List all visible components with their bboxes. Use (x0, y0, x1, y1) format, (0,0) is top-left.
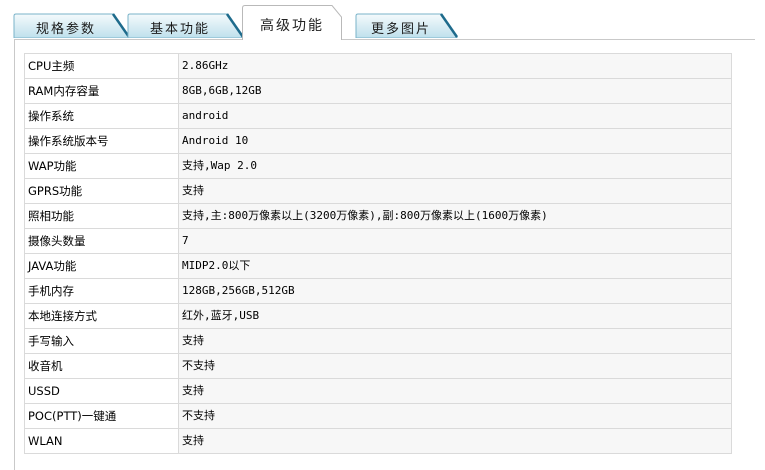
spec-label: CPU主频 (24, 53, 179, 79)
spec-value: 支持 (178, 428, 732, 454)
table-row: JAVA功能 MIDP2.0以下 (24, 253, 732, 279)
tab-bar: 规格参数 基本功能 高级功能 更多图片 (0, 0, 765, 40)
spec-value: 8GB,6GB,12GB (178, 78, 732, 104)
table-row: CPU主频 2.86GHz (24, 53, 732, 79)
spec-value: 支持,Wap 2.0 (178, 153, 732, 179)
spec-value: 支持 (178, 328, 732, 354)
spec-value: 支持 (178, 178, 732, 204)
table-row: 摄像头数量 7 (24, 228, 732, 254)
table-row: 操作系统 android (24, 103, 732, 129)
table-row: 照相功能 支持,主:800万像素以上(3200万像素),副:800万像素以上(16… (24, 203, 732, 229)
table-row: 收音机 不支持 (24, 353, 732, 379)
table-row: GPRS功能 支持 (24, 178, 732, 204)
spec-label: 操作系统版本号 (24, 128, 179, 154)
spec-value: 7 (178, 228, 732, 254)
spec-value: 支持,主:800万像素以上(3200万像素),副:800万像素以上(1600万像… (178, 203, 732, 229)
tab-advanced-functions[interactable]: 高级功能 (242, 5, 342, 40)
table-row: 本地连接方式 红外,蓝牙,USB (24, 303, 732, 329)
spec-value: MIDP2.0以下 (178, 253, 732, 279)
spec-value: 红外,蓝牙,USB (178, 303, 732, 329)
spec-label: 操作系统 (24, 103, 179, 129)
tab-label: 更多图片 (370, 22, 431, 37)
table-row: POC(PTT)一键通 不支持 (24, 403, 732, 429)
spec-label: 照相功能 (24, 203, 179, 229)
tab-label: 规格参数 (35, 22, 96, 37)
spec-table-body: CPU主频 2.86GHz RAM内存容量 8GB,6GB,12GB 操作系统 andro… (24, 53, 732, 454)
spec-label: 摄像头数量 (24, 228, 179, 254)
spec-label: GPRS功能 (24, 178, 179, 204)
table-row: 手机内存 128GB,256GB,512GB (24, 278, 732, 304)
tab-label: 基本功能 (149, 22, 210, 37)
spec-label: 手写输入 (24, 328, 179, 354)
spec-label: WLAN (24, 428, 179, 454)
spec-value: 2.86GHz (178, 53, 732, 79)
tab-basic-functions[interactable]: 基本功能 (127, 13, 245, 38)
spec-value: 不支持 (178, 353, 732, 379)
spec-value: 支持 (178, 378, 732, 404)
spec-label: USSD (24, 378, 179, 404)
tab-more-images[interactable]: 更多图片 (355, 13, 473, 38)
table-row: 操作系统版本号 Android 10 (24, 128, 732, 154)
table-row: RAM内存容量 8GB,6GB,12GB (24, 78, 732, 104)
spec-label: 本地连接方式 (24, 303, 179, 329)
tab-label: 高级功能 (260, 18, 324, 34)
table-row: USSD 支持 (24, 378, 732, 404)
table-row: WLAN 支持 (24, 428, 732, 454)
spec-label: JAVA功能 (24, 253, 179, 279)
spec-table: CPU主频 2.86GHz RAM内存容量 8GB,6GB,12GB 操作系统 andro… (24, 53, 732, 454)
tab-spec-params[interactable]: 规格参数 (13, 13, 131, 38)
spec-value: 128GB,256GB,512GB (178, 278, 732, 304)
table-row: WAP功能 支持,Wap 2.0 (24, 153, 732, 179)
spec-value: android (178, 103, 732, 129)
spec-label: RAM内存容量 (24, 78, 179, 104)
spec-value: Android 10 (178, 128, 732, 154)
spec-value: 不支持 (178, 403, 732, 429)
spec-label: WAP功能 (24, 153, 179, 179)
spec-label: POC(PTT)一键通 (24, 403, 179, 429)
spec-label: 收音机 (24, 353, 179, 379)
spec-label: 手机内存 (24, 278, 179, 304)
table-row: 手写输入 支持 (24, 328, 732, 354)
